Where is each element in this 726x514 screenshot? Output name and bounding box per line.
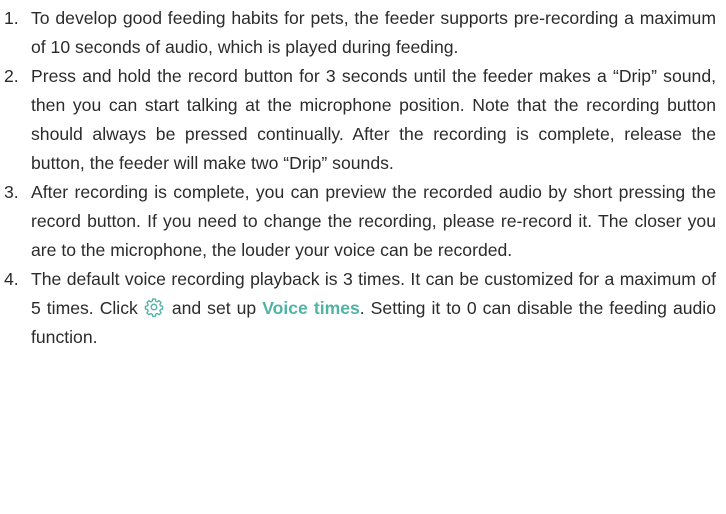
list-item: 3. After recording is complete, you can … bbox=[4, 178, 716, 265]
step-text-middle: and set up bbox=[171, 298, 257, 318]
list-item: 1. To develop good feeding habits for pe… bbox=[4, 4, 716, 62]
list-item: 4. The default voice recording playback … bbox=[4, 265, 716, 352]
step-number: 4. bbox=[4, 269, 19, 289]
list-item: 2. Press and hold the record button for … bbox=[4, 62, 716, 178]
step-number: 2. bbox=[4, 66, 19, 86]
step-text: Press and hold the record button for 3 s… bbox=[31, 66, 716, 173]
step-number: 3. bbox=[4, 182, 19, 202]
instruction-document: 1. To develop good feeding habits for pe… bbox=[0, 0, 726, 514]
instruction-list: 1. To develop good feeding habits for pe… bbox=[4, 4, 716, 352]
voice-times-setting-label: Voice times bbox=[262, 298, 360, 318]
step-number: 1. bbox=[4, 8, 19, 28]
step-text: After recording is complete, you can pre… bbox=[31, 182, 716, 260]
gear-icon bbox=[144, 297, 164, 317]
step-text: To develop good feeding habits for pets,… bbox=[31, 8, 716, 57]
